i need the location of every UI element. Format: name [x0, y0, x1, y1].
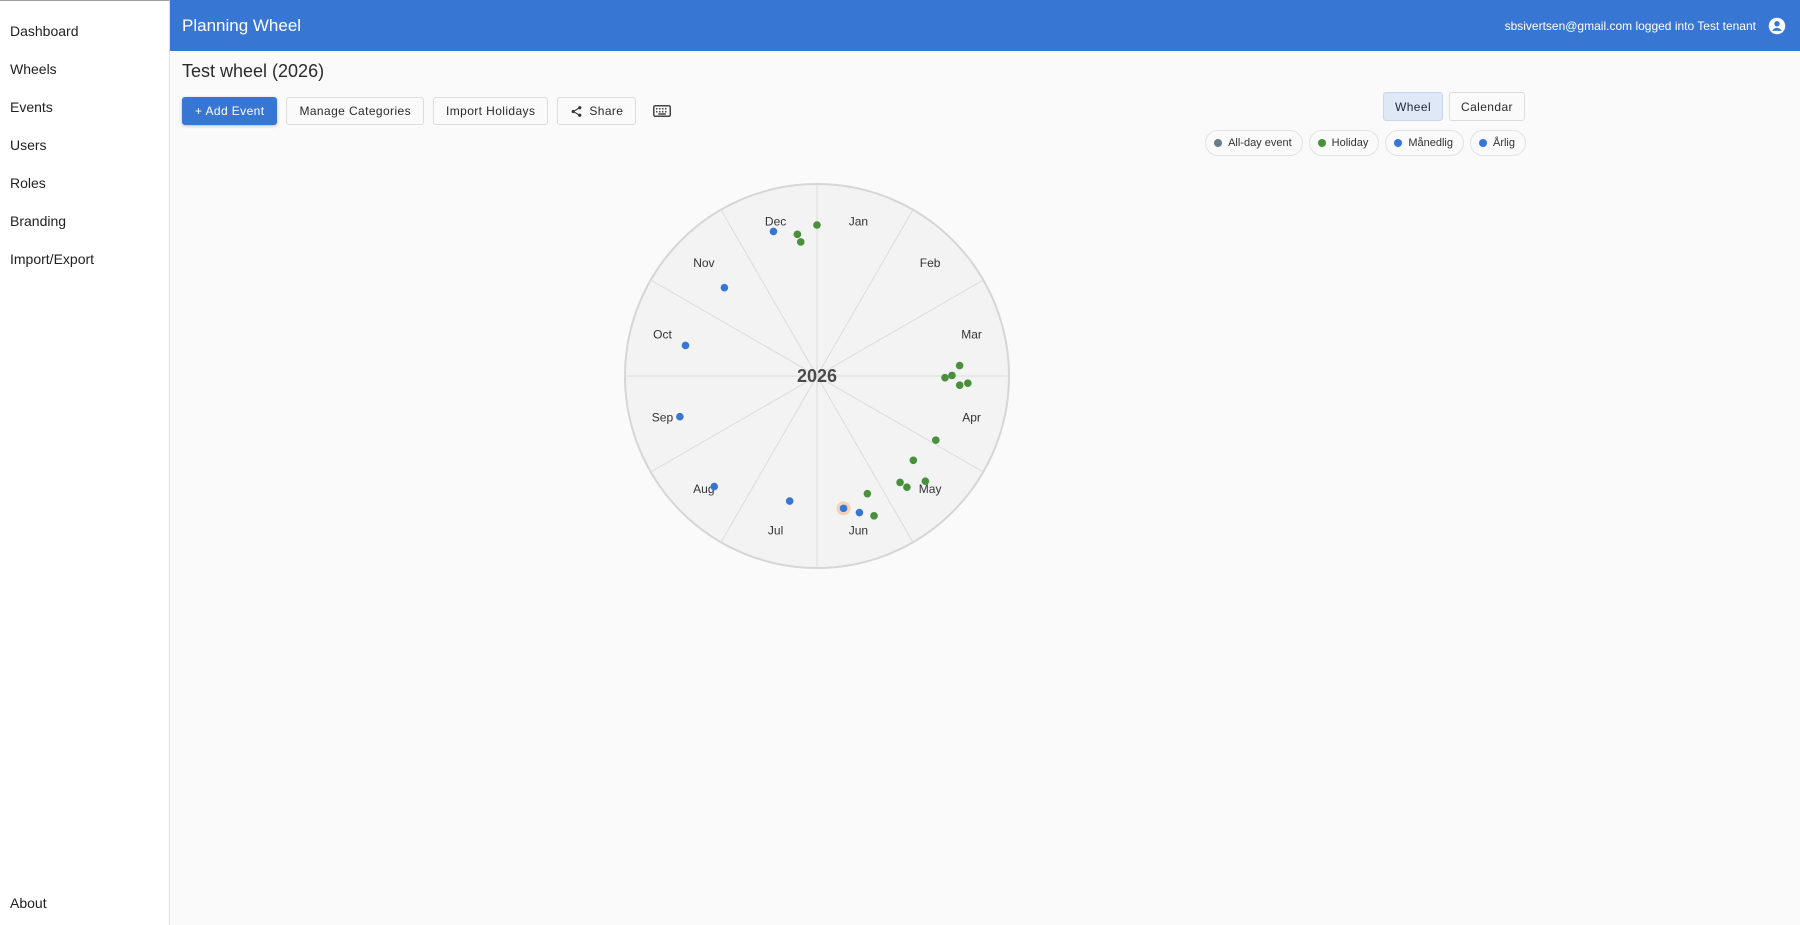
app-title: Planning Wheel — [182, 15, 302, 35]
legend-chip-all-day[interactable]: All-day event — [1205, 130, 1303, 156]
event-dot-holiday — [964, 379, 972, 387]
account-circle-icon[interactable] — [1766, 15, 1788, 37]
legend-chip-monthly[interactable]: Månedlig — [1385, 130, 1464, 156]
event-dot-holiday — [896, 478, 904, 487]
page-title: Test wheel (2026) — [182, 61, 325, 81]
event-dot-holiday — [932, 436, 940, 444]
event-dot-recurring — [839, 504, 848, 513]
user-info: sbsivertsen@gmail.com logged into Test t… — [1504, 18, 1756, 33]
event-dot-holiday — [863, 489, 872, 498]
event-dot-recurring — [676, 412, 684, 421]
event-dot-holiday — [955, 381, 964, 390]
event-dot-holiday — [903, 483, 911, 491]
main-content: Test wheel (2026) + Add Event Manage Cat… — [170, 51, 1800, 925]
event-dot-holiday — [813, 221, 821, 229]
wheel-year-label: 2026 — [797, 366, 837, 386]
month-label-mar: Mar — [961, 328, 982, 342]
event-dot-recurring — [720, 283, 729, 292]
category-legend: All-day event Holiday Månedlig Årlig — [1205, 130, 1526, 156]
wheel-view-button[interactable]: Wheel — [1383, 92, 1444, 121]
sidebar-item-wheels[interactable]: Wheels — [0, 50, 169, 88]
manage-categories-button[interactable]: Manage Categories — [286, 97, 424, 125]
event-dot-holiday — [948, 371, 956, 380]
view-toggle: Wheel Calendar — [1383, 92, 1525, 121]
legend-dot — [1317, 139, 1326, 147]
add-event-button[interactable]: + Add Event — [182, 97, 278, 125]
share-label: Share — [589, 104, 624, 118]
event-dot-recurring — [710, 482, 719, 491]
month-label-sep: Sep — [652, 410, 674, 424]
sidebar: Dashboard Wheels Events Users Roles Bran… — [0, 0, 170, 925]
month-label-may: May — [919, 482, 942, 496]
month-label-jul: Jul — [768, 524, 783, 538]
calendar-view-button[interactable]: Calendar — [1449, 92, 1525, 121]
event-dot-recurring — [785, 497, 794, 505]
sidebar-item-roles[interactable]: Roles — [0, 164, 169, 202]
event-dot-recurring — [855, 508, 864, 517]
month-label-jan: Jan — [849, 214, 868, 228]
toolbar: + Add Event Manage Categories Import Hol… — [182, 97, 679, 125]
sidebar-item-users[interactable]: Users — [0, 126, 169, 164]
event-dot-holiday — [955, 361, 964, 370]
legend-dot — [1214, 139, 1223, 147]
sidebar-item-import-export[interactable]: Import/Export — [0, 240, 169, 278]
sidebar-item-dashboard[interactable]: Dashboard — [0, 12, 169, 50]
sidebar-nav: Dashboard Wheels Events Users Roles Bran… — [0, 1, 169, 278]
legend-chip-holiday[interactable]: Holiday — [1308, 130, 1380, 156]
import-holidays-button[interactable]: Import Holidays — [432, 97, 549, 125]
month-label-dec: Dec — [765, 214, 786, 228]
legend-label: Holiday — [1331, 137, 1369, 149]
event-dot-recurring — [769, 227, 778, 236]
app-bar: Planning Wheel sbsivertsen@gmail.com log… — [170, 0, 1800, 51]
share-icon — [571, 105, 582, 117]
sidebar-item-branding[interactable]: Branding — [0, 202, 169, 240]
legend-label: All-day event — [1228, 137, 1292, 149]
month-label-oct: Oct — [653, 328, 672, 342]
legend-dot — [1394, 139, 1403, 147]
month-label-jun: Jun — [849, 524, 868, 538]
keyboard-shortcuts-button[interactable] — [645, 97, 679, 125]
month-label-feb: Feb — [920, 256, 941, 270]
share-button[interactable]: Share — [557, 97, 637, 125]
legend-dot — [1478, 139, 1487, 147]
sidebar-item-about[interactable]: About — [0, 887, 169, 925]
event-dot-holiday — [870, 512, 878, 520]
sidebar-item-events[interactable]: Events — [0, 88, 169, 126]
event-dot-holiday — [796, 238, 805, 246]
event-dot-holiday — [909, 456, 918, 465]
event-dot-holiday — [941, 373, 949, 382]
keyboard-icon — [653, 105, 672, 117]
event-dot-holiday — [921, 477, 930, 485]
month-label-apr: Apr — [962, 410, 981, 424]
legend-label: Månedlig — [1408, 137, 1453, 149]
event-dot-recurring — [681, 341, 690, 350]
event-dot-holiday — [793, 230, 802, 239]
legend-label: Årlig — [1492, 137, 1515, 149]
planning-wheel[interactable]: JanFebMarAprMayJunJulAugSepOctNovDec2026 — [622, 181, 1012, 571]
month-label-nov: Nov — [693, 256, 714, 270]
legend-chip-yearly[interactable]: Årlig — [1469, 130, 1526, 156]
